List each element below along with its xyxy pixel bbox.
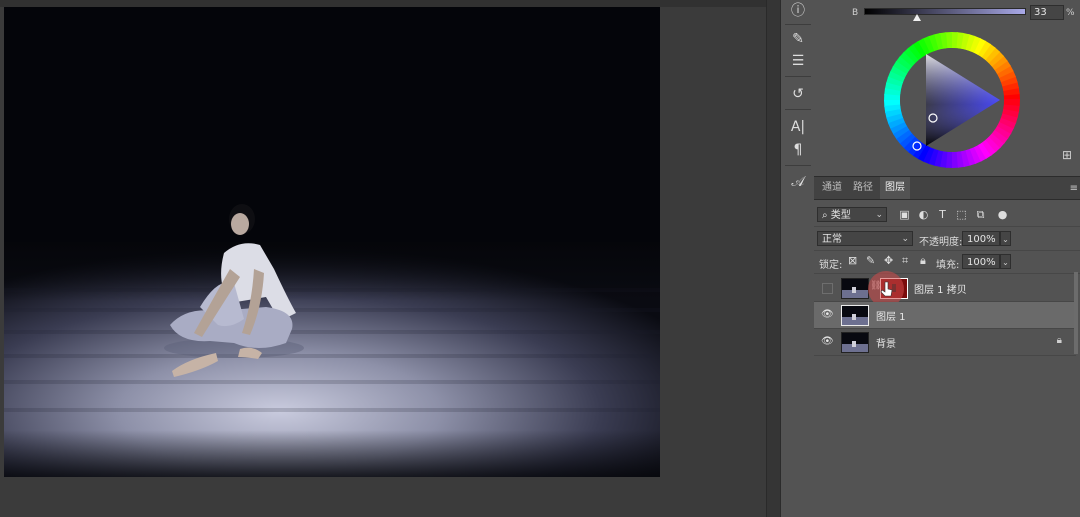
pixel-layer-filter-icon[interactable]: ▣ (898, 208, 911, 221)
lock-position-move-icon[interactable]: ✥ (884, 254, 893, 267)
eye-icon[interactable]: 👁︎ (821, 336, 834, 348)
lock-label: 锁定: (819, 260, 843, 271)
layer-name[interactable]: 图层 1 (876, 308, 906, 323)
opacity-dropdown-button[interactable]: ⌄ (1000, 231, 1011, 246)
adjustment-layer-filter-icon[interactable]: ◐ (917, 208, 930, 221)
eye-icon[interactable]: 👁︎ (821, 309, 834, 321)
lock-transparency-icon[interactable]: ⊠ (848, 254, 857, 267)
panel-tabs: 通道 路径 图层 ≡ (814, 176, 1080, 200)
brush-presets-icon[interactable]: ☰ (787, 51, 809, 71)
fill-value: 100% (967, 257, 996, 268)
brightness-slider-thumb[interactable] (912, 14, 921, 21)
opacity-input[interactable]: 100% (962, 231, 1000, 246)
character-icon[interactable]: A| (787, 117, 809, 137)
layer-row-layer1[interactable]: 👁︎ 图层 1 (814, 302, 1076, 329)
layer-row-background[interactable]: 👁︎ 背景 🔒︎ (814, 329, 1076, 356)
search-icon: ⌕ (822, 210, 828, 221)
filter-toggle-icon[interactable]: ● (996, 208, 1009, 221)
info-icon[interactable]: ⓘ (787, 0, 809, 20)
blend-mode-value: 正常 (822, 234, 842, 245)
layers-panel-scrollbar[interactable] (1074, 272, 1078, 354)
layer-name[interactable]: 背景 (876, 335, 896, 350)
paragraph-icon[interactable]: ¶ (787, 140, 809, 160)
tool-separator (785, 109, 811, 110)
layer-name[interactable]: 图层 1 拷贝 (914, 281, 967, 296)
fill-label: 填充: (936, 260, 960, 271)
brightness-unit: % (1066, 8, 1075, 18)
lock-artboard-icon[interactable]: ⌗ (902, 254, 908, 268)
glyphs-icon[interactable]: 𝒜 (787, 172, 809, 192)
fill-input[interactable]: 100% (962, 254, 1000, 269)
collapsed-panel-strip: ⓘ ✎ ☰ ↺ A| ¶ 𝒜 (780, 0, 815, 517)
layer-filter-select[interactable]: ⌕ 类型 ⌄ (817, 207, 887, 222)
layer-thumbnail (841, 332, 869, 353)
opacity-label: 不透明度: (919, 237, 963, 248)
right-panel-dock: B % ⊞ (814, 0, 1080, 517)
color-wheel[interactable] (882, 30, 1022, 170)
tool-separator (785, 76, 811, 77)
opacity-value: 100% (967, 234, 996, 245)
lock-icon: 🔒︎ (1056, 335, 1062, 346)
plus-square-icon[interactable]: ⊞ (1062, 148, 1072, 162)
layer-thumbnail (841, 305, 869, 326)
divider (814, 250, 1080, 251)
type-layer-filter-icon[interactable]: T (936, 208, 949, 221)
brightness-value-input[interactable] (1030, 5, 1064, 20)
blend-mode-select[interactable]: 正常 ⌄ (817, 231, 913, 246)
filter-kind-label: 类型 (830, 210, 851, 221)
fill-dropdown-button[interactable]: ⌄ (1000, 254, 1011, 269)
brightness-label: B (852, 8, 859, 18)
divider (814, 226, 1080, 227)
tool-separator (785, 24, 811, 25)
photo-dancer-on-stage[interactable] (4, 7, 660, 477)
history-icon[interactable]: ↺ (787, 84, 809, 104)
lock-pixels-brush-icon[interactable]: ✎ (866, 254, 875, 267)
shape-layer-filter-icon[interactable]: ⬚ (955, 208, 968, 221)
chevron-down-icon: ⌄ (875, 210, 883, 220)
brightness-slider[interactable] (864, 8, 1026, 15)
canvas-scroll-gutter (766, 0, 781, 517)
lock-all-icon[interactable]: 🔒︎ (920, 254, 926, 268)
chevron-down-icon: ⌄ (901, 234, 909, 244)
brush-settings-icon[interactable]: ✎ (787, 29, 809, 49)
smart-object-filter-icon[interactable]: ⧉ (974, 208, 987, 221)
divider (814, 273, 1080, 274)
color-panel: B % ⊞ (814, 0, 1080, 170)
layer-thumbnail (841, 278, 869, 299)
canvas-top-edge (0, 0, 766, 7)
tab-channels[interactable]: 通道 (816, 177, 848, 199)
tool-separator (785, 165, 811, 166)
tab-paths[interactable]: 路径 (848, 177, 878, 199)
visibility-toggle-off[interactable] (822, 283, 833, 294)
tab-layers[interactable]: 图层 (880, 177, 910, 199)
panel-menu-icon[interactable]: ≡ (1070, 183, 1078, 194)
document-canvas[interactable] (0, 0, 766, 517)
layer-row-copy[interactable]: ⛓ 图层 1 拷贝 (814, 271, 1076, 307)
